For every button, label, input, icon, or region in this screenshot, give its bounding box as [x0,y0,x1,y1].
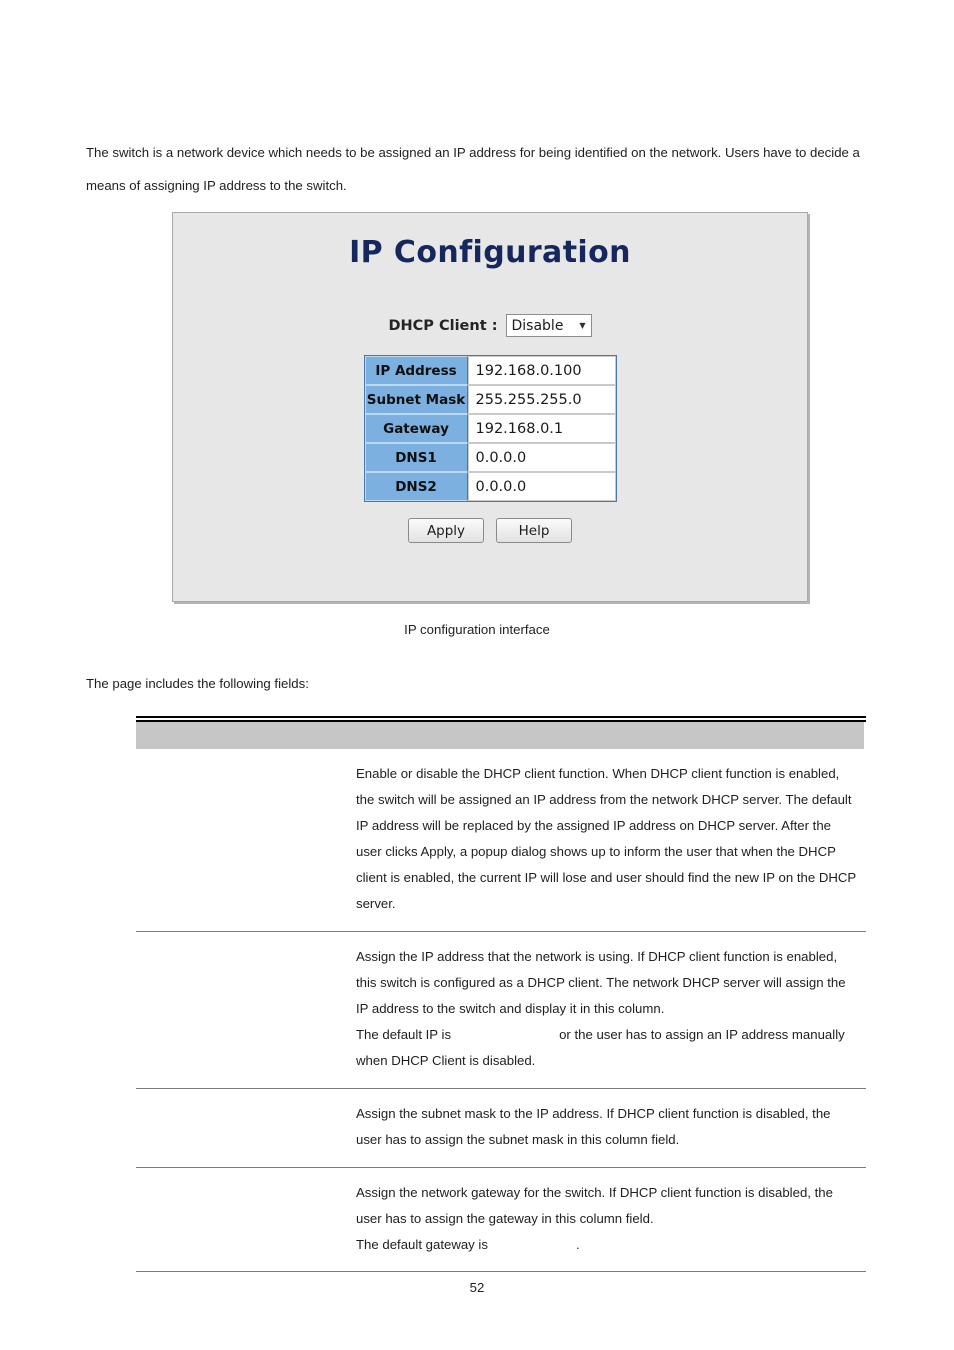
dhcp-client-label: DHCP Client : [388,317,498,334]
gateway-label: Gateway [364,414,468,443]
field-desc-text: Assign the IP address that the network i… [356,949,846,1016]
button-row: Apply Help [173,518,807,543]
table-row: IP Address 192.168.0.100 [364,356,616,385]
field-name-cell [136,1088,356,1168]
help-button[interactable]: Help [496,518,572,543]
page-number: 52 [469,1280,485,1295]
default-gateway-prefix: The default gateway is [356,1237,488,1252]
subnet-mask-label: Subnet Mask [364,385,468,414]
apply-button[interactable]: Apply [408,518,484,543]
table-row: DNS1 0.0.0.0 [364,443,616,472]
field-desc-text: Enable or disable the DHCP client functi… [356,766,856,911]
field-desc-text-secondary: The default gateway is. [356,1232,858,1257]
table-row: Subnet Mask 255.255.255.0 [364,385,616,414]
table-top-rule [136,716,866,718]
dhcp-client-selected-value: Disable [511,317,564,334]
table-row: Assign the network gateway for the switc… [136,1167,866,1272]
field-desc-text: Assign the subnet mask to the IP address… [356,1106,831,1147]
table-header-bar [136,722,866,749]
dns2-field[interactable]: 0.0.0.0 [467,472,616,501]
field-name-cell [136,931,356,1089]
default-gateway-suffix: . [575,1237,580,1252]
default-ip-prefix: The default IP is [356,1027,452,1042]
dns2-label: DNS2 [364,472,468,501]
table-row: Enable or disable the DHCP client functi… [136,749,866,932]
ip-configuration-screenshot: IP Configuration DHCP Client : Disable ▼… [172,212,808,602]
fields-table: Enable or disable the DHCP client functi… [136,716,866,1272]
ip-settings-table: IP Address 192.168.0.100 Subnet Mask 255… [363,355,617,502]
ip-address-label: IP Address [364,356,468,385]
field-desc-text-secondary: The default IP is or the user has to assi… [356,1022,858,1074]
subnet-mask-field[interactable]: 255.255.255.0 [467,385,616,414]
page-title: IP Configuration [349,235,631,270]
dns1-label: DNS1 [364,443,468,472]
field-name-cell [136,1167,356,1272]
field-name-cell [136,749,356,932]
gateway-field[interactable]: 192.168.0.1 [467,414,616,443]
figure-caption: IP configuration interface [404,622,550,637]
field-desc-cell: Assign the IP address that the network i… [356,931,866,1089]
field-desc-cell: Enable or disable the DHCP client functi… [356,749,866,932]
intro-paragraph: The switch is a network device which nee… [86,145,860,193]
field-desc-text: Assign the network gateway for the switc… [356,1185,833,1226]
field-desc-cell: Assign the network gateway for the switc… [356,1167,866,1272]
dhcp-client-select[interactable]: Disable ▼ [505,314,592,337]
field-desc-cell: Assign the subnet mask to the IP address… [356,1088,866,1168]
table-row: Assign the IP address that the network i… [136,931,866,1089]
fields-lead-in: The page includes the following fields: [86,676,309,691]
table-row: DNS2 0.0.0.0 [364,472,616,501]
table-row: Gateway 192.168.0.1 [364,414,616,443]
dhcp-client-row: DHCP Client : Disable ▼ [173,314,807,337]
chevron-down-icon: ▼ [579,320,586,330]
ip-address-field[interactable]: 192.168.0.100 [467,356,616,385]
table-row: Assign the subnet mask to the IP address… [136,1088,866,1168]
dns1-field[interactable]: 0.0.0.0 [467,443,616,472]
